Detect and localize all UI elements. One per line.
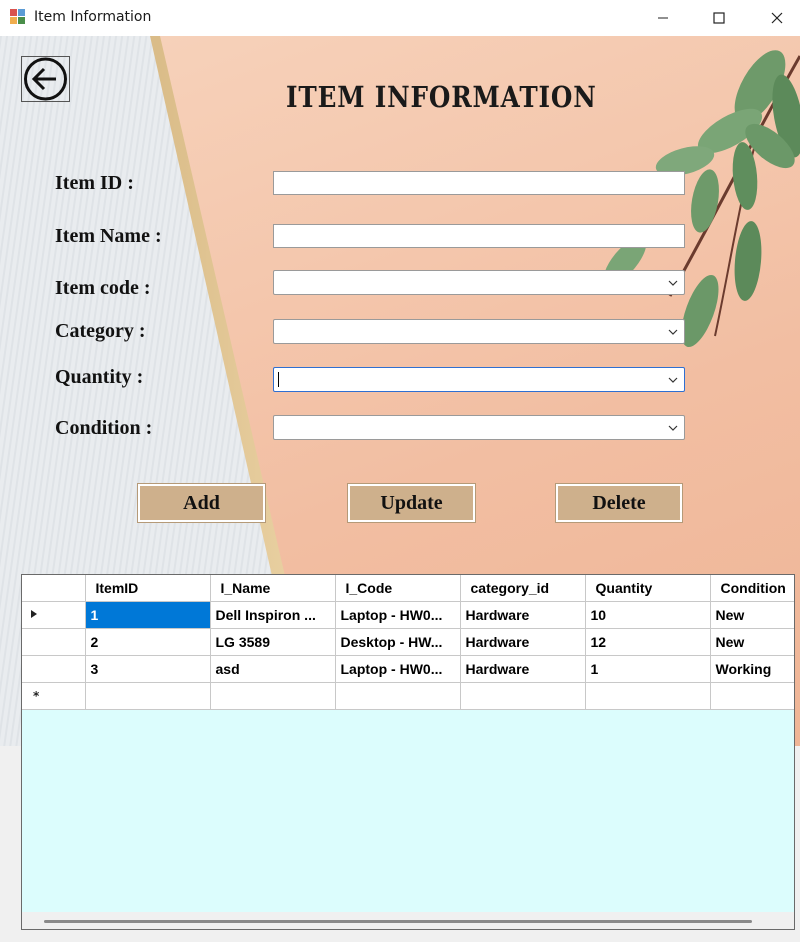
grid-cell[interactable]: Working [710,655,794,683]
minimize-button[interactable] [640,0,686,36]
page-title: ITEM INFORMATION [286,80,597,114]
grid-cell[interactable] [710,682,794,710]
chevron-down-icon [668,425,678,431]
grid-cell[interactable]: Hardware [460,601,586,629]
column-header-quantity[interactable]: Quantity [585,575,711,602]
item-name-field[interactable] [273,224,685,248]
row-header[interactable] [22,655,86,683]
grid-cell[interactable]: Hardware [460,628,586,656]
grid-cell[interactable]: New [710,601,794,629]
condition-label: Condition : [55,417,153,439]
grid-header-row: ItemID I_Name I_Code category_id Quantit… [22,575,794,602]
delete-button[interactable]: Delete [555,483,683,523]
close-button[interactable] [754,0,800,36]
column-header-i-name[interactable]: I_Name [210,575,336,602]
column-header-condition[interactable]: Condition [710,575,794,602]
app-icon [10,9,25,24]
leaves-decoration [603,50,800,348]
quantity-select[interactable] [273,367,685,392]
item-code-label: Item code : [55,277,151,299]
category-select[interactable] [273,319,685,344]
table-row[interactable]: 3 asd Laptop - HW0... Hardware 1 Working [22,655,794,683]
items-data-grid[interactable]: ItemID I_Name I_Code category_id Quantit… [21,574,795,930]
maximize-button[interactable] [696,0,742,36]
scrollbar-thumb[interactable] [44,920,752,923]
minimize-icon [658,17,668,19]
chevron-down-icon [668,280,678,286]
grid-cell[interactable]: Laptop - HW0... [335,601,461,629]
row-header-new[interactable]: * [22,682,86,710]
table-row[interactable]: 2 LG 3589 Desktop - HW... Hardware 12 Ne… [22,628,794,656]
add-button[interactable]: Add [137,483,266,523]
item-code-select[interactable] [273,270,685,295]
grid-cell[interactable] [335,682,461,710]
text-caret [278,372,279,387]
update-button[interactable]: Update [347,483,476,523]
grid-cell[interactable]: Dell Inspiron ... [210,601,336,629]
grid-cell[interactable]: Hardware [460,655,586,683]
condition-select[interactable] [273,415,685,440]
grid-cell[interactable] [585,682,711,710]
grid-cell[interactable]: 1 [85,601,211,629]
item-name-label: Item Name : [55,225,162,247]
item-id-field[interactable] [273,171,685,195]
grid-cell[interactable] [85,682,211,710]
current-row-arrow-icon [31,609,37,618]
category-label: Category : [55,320,146,342]
column-header-itemid[interactable]: ItemID [85,575,211,602]
title-bar: Item Information [0,0,800,36]
back-arrow-icon [24,57,67,101]
row-header[interactable] [22,628,86,656]
grid-cell[interactable]: 12 [585,628,711,656]
grid-cell[interactable] [460,682,586,710]
grid-cell[interactable]: Laptop - HW0... [335,655,461,683]
table-row[interactable]: 1 Dell Inspiron ... Laptop - HW0... Hard… [22,601,794,629]
svg-text:*: * [33,689,40,701]
column-header-i-code[interactable]: I_Code [335,575,461,602]
grid-corner[interactable] [22,575,86,602]
chevron-down-icon [668,377,678,383]
maximize-icon [713,12,725,24]
chevron-down-icon [668,329,678,335]
grid-cell[interactable]: asd [210,655,336,683]
back-button[interactable] [21,56,70,102]
new-row-asterisk-icon: * [33,689,40,703]
grid-cell[interactable]: 2 [85,628,211,656]
grid-cell[interactable]: LG 3589 [210,628,336,656]
grid-cell[interactable] [210,682,336,710]
new-row[interactable]: * [22,682,794,710]
column-header-category-id[interactable]: category_id [460,575,586,602]
grid-cell[interactable]: 1 [585,655,711,683]
grid-cell[interactable]: 3 [85,655,211,683]
grid-cell[interactable]: New [710,628,794,656]
window-title: Item Information [34,9,152,25]
row-header-current[interactable] [22,601,86,629]
quantity-label: Quantity : [55,366,144,388]
horizontal-scrollbar[interactable] [21,912,795,930]
item-id-label: Item ID : [55,172,134,194]
close-icon [771,12,783,24]
grid-cell[interactable]: Desktop - HW... [335,628,461,656]
grid-cell[interactable]: 10 [585,601,711,629]
